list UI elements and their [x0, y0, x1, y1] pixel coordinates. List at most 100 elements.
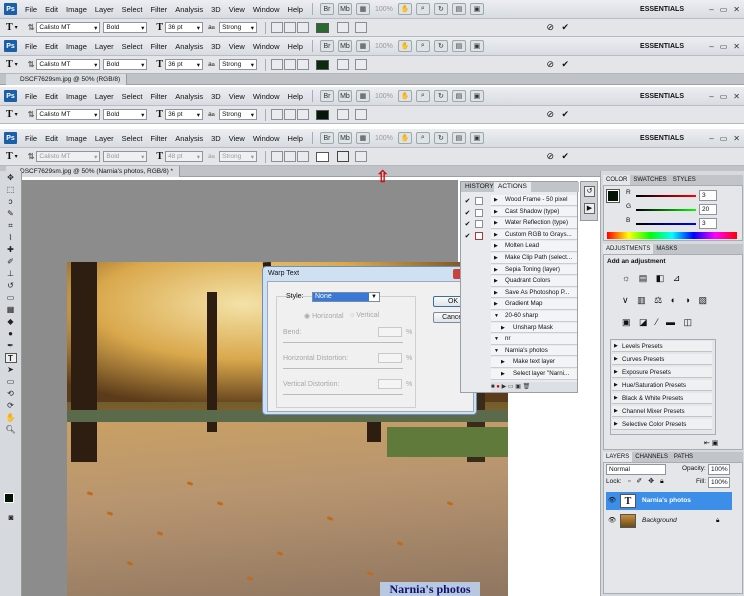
font-style-select[interactable]: Bold ▾ [103, 151, 148, 162]
menu-filter[interactable]: Filter [147, 5, 172, 14]
lasso-tool-icon[interactable]: ↄ [5, 197, 17, 207]
path-select-tool-icon[interactable]: ➤ [5, 365, 17, 375]
pen-tool-icon[interactable]: ✒ [5, 341, 17, 351]
menu-filter[interactable]: Filter [147, 134, 172, 143]
menu-file[interactable]: File [21, 42, 41, 51]
extras-icon[interactable]: ▦ [355, 132, 370, 144]
align-left-icon[interactable] [271, 109, 284, 120]
action-toggle-icon[interactable]: ✔ [463, 232, 472, 241]
warp-text-icon[interactable] [337, 22, 350, 33]
menu-3d[interactable]: 3D [207, 42, 225, 51]
expand-icon[interactable]: ▶ [494, 207, 498, 217]
arrange-documents-icon[interactable]: ▤ [451, 90, 466, 102]
character-panel-icon[interactable] [355, 59, 368, 70]
menu-view[interactable]: View [225, 5, 249, 14]
anti-alias-select[interactable]: Strong ▾ [219, 22, 258, 33]
new-action-icon[interactable]: ▣ [515, 384, 521, 390]
crop-tool-icon[interactable]: ⌗ [5, 221, 17, 231]
restore-icon[interactable]: ▭ [720, 134, 728, 143]
tab-adjustments[interactable]: ADJUSTMENTS [603, 244, 654, 254]
expand-icon[interactable]: ▶ [501, 323, 505, 333]
menu-window[interactable]: Window [249, 5, 284, 14]
menu-help[interactable]: Help [284, 92, 307, 101]
align-left-icon[interactable] [271, 22, 284, 33]
hand-icon[interactable]: ✋ [397, 132, 412, 144]
menu-view[interactable]: View [225, 92, 249, 101]
document-tab[interactable]: DSCF7629sm.jpg @ 50% (Narnia's photos, R… [6, 166, 181, 177]
tab-actions[interactable]: ACTIONS [494, 182, 531, 192]
menu-analysis[interactable]: Analysis [171, 92, 207, 101]
r-value[interactable]: 3 [699, 190, 717, 201]
menu-image[interactable]: Image [62, 5, 91, 14]
font-style-select[interactable]: Bold ▾ [103, 109, 148, 120]
expand-icon[interactable]: ▶ [614, 380, 618, 391]
play-icon[interactable]: ▶ [502, 384, 507, 390]
minimize-icon[interactable]: – [709, 134, 713, 143]
expand-icon[interactable]: ▶ [614, 341, 618, 352]
screen-mode-icon[interactable]: ▣ [469, 40, 484, 52]
zoom-icon[interactable]: ⌕ [415, 40, 430, 52]
anti-alias-select[interactable]: Strong ▾ [219, 109, 258, 120]
zoom-icon[interactable]: ⌕ [415, 132, 430, 144]
text-orientation-icon[interactable]: ⇅ [28, 152, 35, 161]
close-window-icon[interactable]: ✕ [733, 5, 740, 14]
action-item[interactable]: ▶ Cast Shadow (type) [491, 206, 577, 218]
menu-window[interactable]: Window [249, 134, 284, 143]
type-tool-preset-icon[interactable]: T [6, 109, 13, 120]
layer-background[interactable]: 👁︎ Background 🔒︎ [606, 512, 732, 530]
menu-edit[interactable]: Edit [41, 42, 62, 51]
expand-icon[interactable]: ▶ [501, 369, 505, 379]
zoom-icon[interactable]: ⌕ [415, 90, 430, 102]
gradient-tool-icon[interactable]: ▦ [5, 305, 17, 315]
new-set-icon[interactable]: ▭ [508, 384, 514, 390]
menu-filter[interactable]: Filter [147, 42, 172, 51]
menu-analysis[interactable]: Analysis [171, 42, 207, 51]
launch-bridge-icon[interactable]: Br [319, 90, 334, 102]
tab-channels[interactable]: CHANNELS [632, 452, 671, 462]
cancel-edit-icon[interactable]: ⊘ [546, 109, 554, 120]
workspace-switcher[interactable]: ESSENTIALS [640, 6, 684, 13]
menu-file[interactable]: File [21, 134, 41, 143]
screen-mode-icon[interactable]: ▣ [469, 90, 484, 102]
zoom-level[interactable]: 100% [375, 6, 393, 13]
commit-edit-icon[interactable]: ✔ [561, 22, 569, 33]
align-center-icon[interactable] [284, 109, 297, 120]
extras-icon[interactable]: ▦ [355, 3, 370, 15]
expand-icon[interactable]: ▶ [494, 195, 498, 205]
menu-image[interactable]: Image [62, 92, 91, 101]
font-size-select[interactable]: 36 pt ▾ [165, 109, 204, 120]
menu-select[interactable]: Select [118, 134, 147, 143]
launch-bridge-icon[interactable]: Br [319, 40, 334, 52]
menu-layer[interactable]: Layer [91, 92, 118, 101]
fill-input[interactable]: 100% [708, 477, 730, 488]
extras-icon[interactable]: ▦ [355, 90, 370, 102]
action-item[interactable]: ▶ Select layer "Narni... [491, 369, 577, 380]
expand-icon[interactable]: ▼ [494, 311, 499, 321]
cancel-edit-icon[interactable]: ⊘ [546, 59, 554, 70]
tab-color[interactable]: COLOR [603, 175, 631, 185]
v-distortion-input[interactable] [378, 379, 402, 389]
action-toggle-icon[interactable] [463, 290, 472, 299]
record-icon[interactable]: ● [496, 384, 500, 390]
menu-layer[interactable]: Layer [91, 134, 118, 143]
bend-slider[interactable] [283, 342, 403, 343]
horizontal-radio[interactable]: ◉ Horizontal [304, 312, 344, 320]
expand-icon[interactable]: ▶ [494, 299, 498, 309]
font-family-select[interactable]: Calisto MT ▾ [36, 151, 101, 162]
expand-icon[interactable]: ▼ [494, 346, 499, 356]
rotate-view-icon[interactable]: ↻ [433, 90, 448, 102]
commit-edit-icon[interactable]: ✔ [561, 109, 569, 120]
layer-text[interactable]: 👁︎ T Narnia's photos [606, 492, 732, 510]
menu-select[interactable]: Select [118, 5, 147, 14]
text-orientation-icon[interactable]: ⇅ [28, 60, 35, 69]
action-toggle-icon[interactable] [463, 278, 472, 287]
action-toggle-icon[interactable]: ✔ [463, 197, 472, 206]
expand-icon[interactable]: ▶ [614, 406, 618, 417]
action-item[interactable]: ▶ Save As Photoshop P... [491, 287, 577, 299]
history-brush-tool-icon[interactable]: ↺ [5, 281, 17, 291]
action-item[interactable]: ▶ Sepia Toning (layer) [491, 264, 577, 276]
screen-mode-icon[interactable]: ▣ [469, 3, 484, 15]
dialog-toggle-icon[interactable] [475, 220, 483, 229]
align-right-icon[interactable] [297, 22, 310, 33]
expand-icon[interactable]: ▶ [494, 230, 498, 240]
